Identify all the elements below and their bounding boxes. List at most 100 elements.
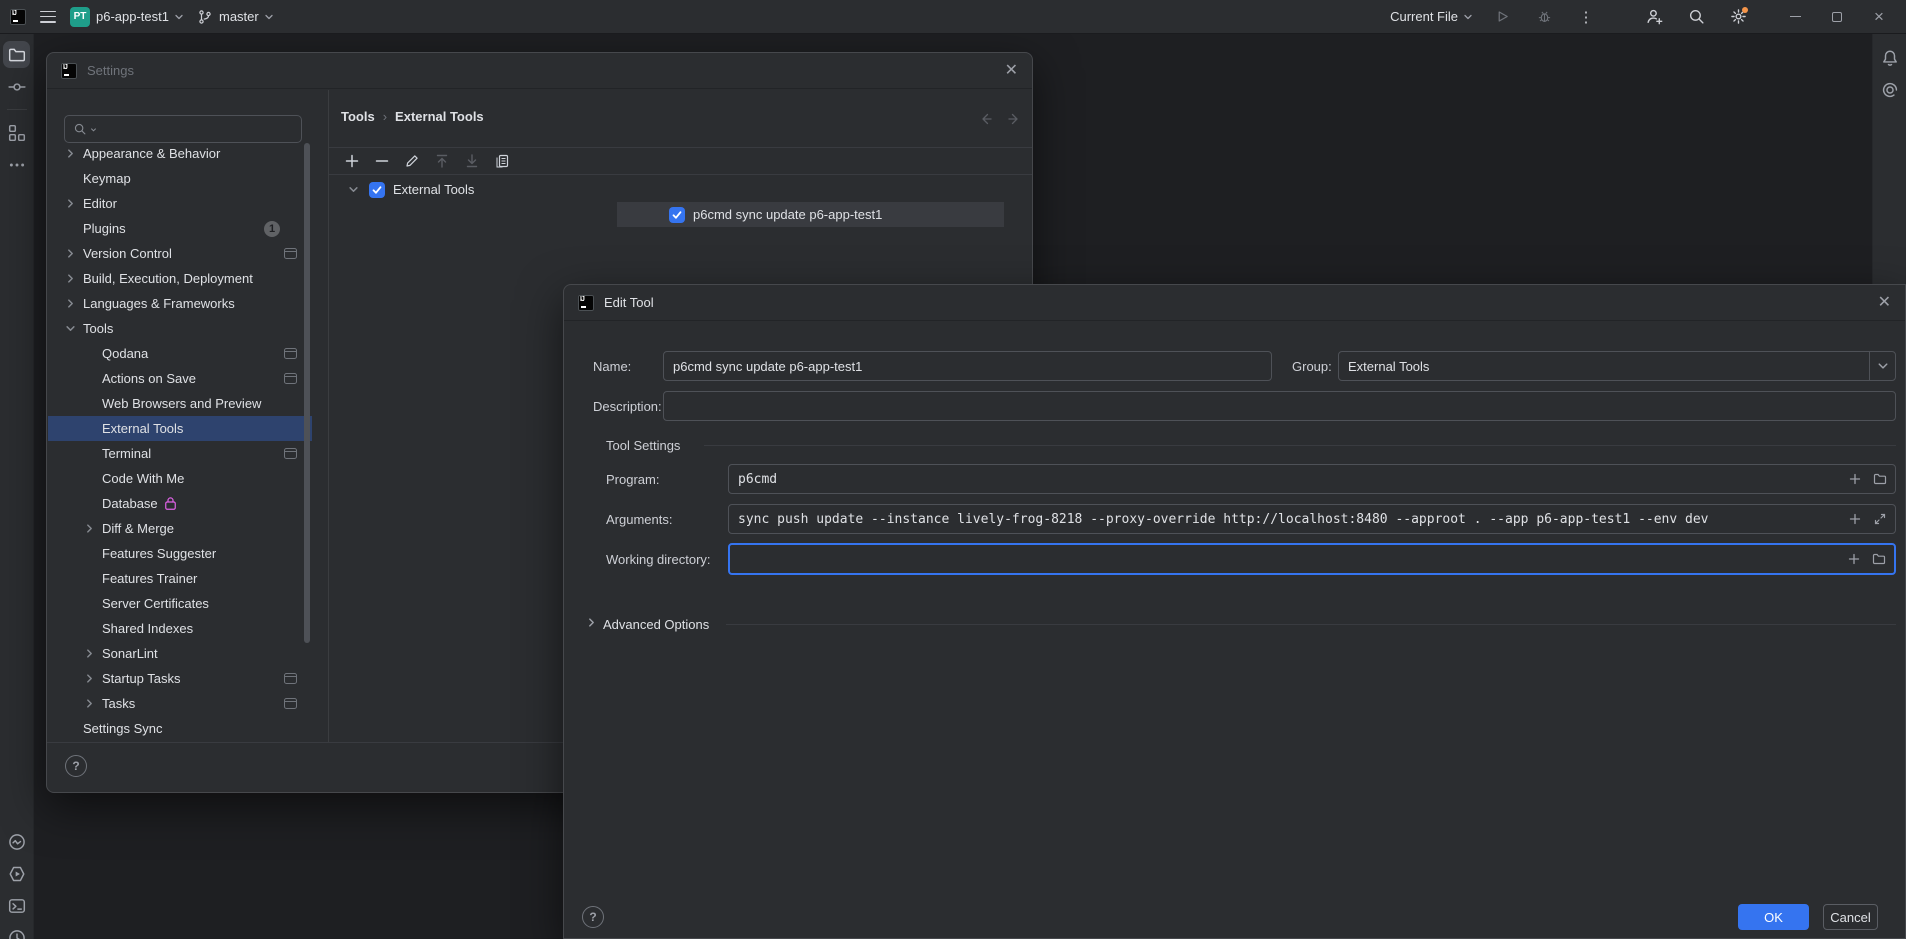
close-icon[interactable]: ✕ xyxy=(1878,295,1891,311)
add-icon[interactable] xyxy=(342,151,362,171)
settings-sidebar-item-tools[interactable]: Tools xyxy=(48,316,312,341)
remove-icon[interactable] xyxy=(372,151,392,171)
settings-sidebar-item-features-trainer[interactable]: Features Trainer xyxy=(48,566,312,591)
ide-settings-indicator-icon xyxy=(284,448,297,459)
clock-icon[interactable] xyxy=(3,924,30,939)
main-menu-icon[interactable] xyxy=(40,11,56,23)
run-configuration-selector[interactable]: Current File xyxy=(1390,9,1472,24)
external-tools-group-row[interactable]: External Tools xyxy=(329,177,1032,202)
chevron-down-icon[interactable] xyxy=(349,185,363,194)
settings-sidebar-item-startup-tasks[interactable]: Startup Tasks xyxy=(48,666,312,691)
working-directory-input[interactable] xyxy=(730,545,1844,573)
settings-sidebar-item-version-control[interactable]: Version Control xyxy=(48,241,312,266)
settings-sidebar-item-database[interactable]: Database xyxy=(48,491,312,516)
breadcrumb-tools[interactable]: Tools xyxy=(341,109,375,124)
project-widget[interactable]: PT p6-app-test1 xyxy=(70,7,183,27)
commit-icon[interactable] xyxy=(3,73,30,100)
settings-search-input[interactable] xyxy=(64,115,302,143)
chevron-right-icon[interactable] xyxy=(85,524,102,533)
ok-button[interactable]: OK xyxy=(1738,904,1809,930)
browse-folder-icon[interactable] xyxy=(1870,469,1890,489)
terminal-icon[interactable] xyxy=(3,892,30,919)
chevron-right-icon[interactable] xyxy=(66,274,83,283)
insert-macro-plus-icon[interactable] xyxy=(1845,509,1865,529)
program-field-wrap xyxy=(728,464,1896,494)
settings-sidebar-item-code-with-me[interactable]: Code With Me xyxy=(48,466,312,491)
settings-sidebar-item-keymap[interactable]: Keymap xyxy=(48,166,312,191)
settings-sidebar-item-qodana[interactable]: Qodana xyxy=(48,341,312,366)
settings-sidebar-item-shared-indexes[interactable]: Shared Indexes xyxy=(48,616,312,641)
description-input[interactable] xyxy=(664,392,1895,420)
browse-folder-icon[interactable] xyxy=(1869,549,1889,569)
chevron-down-icon[interactable] xyxy=(66,324,83,333)
add-user-icon[interactable] xyxy=(1642,5,1666,29)
program-input[interactable] xyxy=(729,465,1845,493)
chevron-down-icon[interactable] xyxy=(1869,352,1895,380)
services-icon[interactable] xyxy=(3,860,30,887)
settings-sidebar-item-features-suggester[interactable]: Features Suggester xyxy=(48,541,312,566)
sidebar-scrollbar[interactable] xyxy=(304,143,310,643)
group-combobox[interactable] xyxy=(1338,351,1896,381)
chevron-right-icon[interactable] xyxy=(66,249,83,258)
chevron-right-icon[interactable] xyxy=(587,618,596,627)
chevron-right-icon[interactable] xyxy=(66,199,83,208)
settings-sidebar-item-diff-merge[interactable]: Diff & Merge xyxy=(48,516,312,541)
settings-gear-icon[interactable] xyxy=(1726,5,1750,29)
run-icon[interactable] xyxy=(1490,5,1514,29)
settings-sidebar-item-plugins[interactable]: Plugins1 xyxy=(48,216,312,241)
chevron-right-icon[interactable] xyxy=(66,149,83,158)
chevron-right-icon[interactable] xyxy=(66,299,83,308)
arguments-input[interactable] xyxy=(729,505,1845,533)
group-value[interactable] xyxy=(1339,352,1869,380)
chevron-right-icon[interactable] xyxy=(85,699,102,708)
settings-sidebar-item-editor[interactable]: Editor xyxy=(48,191,312,216)
more-actions-icon[interactable]: ⋮ xyxy=(1574,5,1598,29)
debug-icon[interactable] xyxy=(1532,5,1556,29)
notifications-icon[interactable] xyxy=(1876,44,1903,71)
settings-sidebar-item-settings-sync[interactable]: Settings Sync xyxy=(48,716,312,741)
copy-icon[interactable] xyxy=(492,151,512,171)
expand-icon[interactable] xyxy=(1870,509,1890,529)
cancel-button[interactable]: Cancel xyxy=(1823,904,1878,930)
settings-sidebar-item-sonarlint[interactable]: SonarLint xyxy=(48,641,312,666)
insert-macro-plus-icon[interactable] xyxy=(1845,469,1865,489)
settings-sidebar-item-web-browsers-and-preview[interactable]: Web Browsers and Preview xyxy=(48,391,312,416)
maximize-button[interactable] xyxy=(1820,4,1854,30)
forward-arrow-icon[interactable] xyxy=(1006,111,1022,127)
search-everywhere-icon[interactable] xyxy=(1684,5,1708,29)
edit-tool-titlebar[interactable]: Edit Tool ✕ xyxy=(564,285,1905,321)
external-tools-checkbox[interactable] xyxy=(369,182,385,198)
settings-sidebar-item-external-tools[interactable]: External Tools xyxy=(48,416,312,441)
tool-entry-checkbox[interactable] xyxy=(669,207,685,223)
sidebar-item-label: Tools xyxy=(83,321,113,336)
help-button[interactable]: ? xyxy=(65,755,87,777)
name-input[interactable] xyxy=(664,352,1271,380)
sidebar-item-label: Server Certificates xyxy=(102,596,209,611)
settings-sidebar-item-tasks[interactable]: Tasks xyxy=(48,691,312,716)
help-button[interactable]: ? xyxy=(582,906,604,928)
insert-macro-plus-icon[interactable] xyxy=(1844,549,1864,569)
settings-sidebar-item-terminal[interactable]: Terminal xyxy=(48,441,312,466)
advanced-options-toggle[interactable]: Advanced Options xyxy=(603,617,709,632)
structure-icon[interactable] xyxy=(3,119,30,146)
settings-sidebar-item-actions-on-save[interactable]: Actions on Save xyxy=(48,366,312,391)
breadcrumb-external-tools[interactable]: External Tools xyxy=(395,109,484,124)
settings-dialog-titlebar[interactable]: Settings ✕ xyxy=(47,53,1032,89)
ai-assistant-icon[interactable] xyxy=(1876,76,1903,103)
vcs-widget[interactable]: master xyxy=(197,9,273,25)
settings-sidebar-item-server-certificates[interactable]: Server Certificates xyxy=(48,591,312,616)
chevron-right-icon[interactable] xyxy=(85,649,102,658)
problems-icon[interactable] xyxy=(3,828,30,855)
more-icon[interactable] xyxy=(3,151,30,178)
close-window-button[interactable]: × xyxy=(1862,4,1896,30)
minimize-button[interactable] xyxy=(1778,4,1812,30)
settings-sidebar-item-appearance-behavior[interactable]: Appearance & Behavior xyxy=(48,141,312,166)
project-folder-icon[interactable] xyxy=(3,41,30,68)
settings-sidebar-item-languages-frameworks[interactable]: Languages & Frameworks xyxy=(48,291,312,316)
settings-sidebar-item-build-execution-deployment[interactable]: Build, Execution, Deployment xyxy=(48,266,312,291)
back-arrow-icon[interactable] xyxy=(978,111,994,127)
edit-icon[interactable] xyxy=(402,151,422,171)
close-icon[interactable]: ✕ xyxy=(1005,63,1018,79)
chevron-right-icon[interactable] xyxy=(85,674,102,683)
tool-entry-row[interactable]: p6cmd sync update p6-app-test1 xyxy=(329,202,1032,227)
